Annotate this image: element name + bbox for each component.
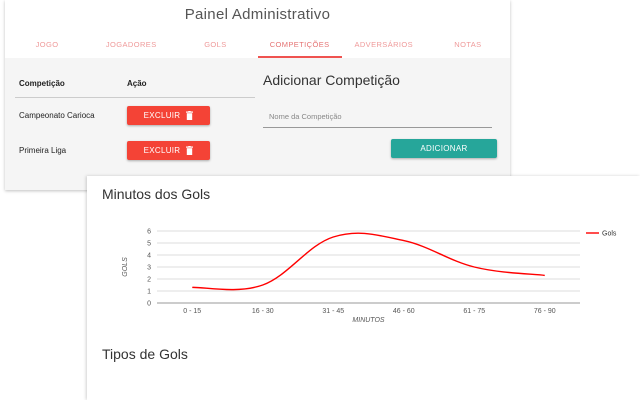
tab-adversarios[interactable]: ADVERSÁRIOS (342, 36, 426, 58)
series-line-gols (192, 232, 545, 291)
legend-label: Gols (602, 231, 617, 238)
column-header-competicao: Competição (19, 79, 65, 88)
tab-notas[interactable]: NOTAS (426, 36, 510, 58)
table-row: Primeira Liga EXCLUIR (15, 133, 255, 168)
y-axis-label: GOLS (122, 257, 129, 277)
y-tick-label: 3 (147, 265, 151, 272)
tab-gols[interactable]: GOLS (173, 36, 257, 58)
table-header: Competição Ação (15, 70, 255, 98)
delete-button-label: EXCLUIR (143, 111, 181, 120)
tab-competicoes[interactable]: COMPETIÇÕES (257, 36, 342, 58)
delete-button-label: EXCLUIR (143, 146, 181, 155)
x-tick-label: 31 - 45 (322, 308, 344, 315)
trash-icon (186, 146, 194, 155)
add-competition-title: Adicionar Competição (263, 72, 400, 88)
competition-name: Primeira Liga (19, 146, 67, 155)
tab-jogadores[interactable]: JOGADORES (89, 36, 173, 58)
trash-icon (186, 111, 194, 120)
tab-jogo[interactable]: JOGO (5, 36, 89, 58)
y-tick-label: 6 (147, 229, 151, 236)
competitions-table: Competição Ação Campeonato Carioca EXCLU… (15, 70, 255, 168)
x-tick-label: 61 - 75 (463, 308, 485, 315)
x-tick-label: 16 - 30 (252, 308, 274, 315)
second-chart-title: Tipos de Gols (102, 346, 188, 362)
y-tick-label: 0 (147, 301, 151, 308)
goals-minutes-chart: 0 1 2 3 4 5 6 0 - 15 16 - 30 31 - 45 46 - 60 61 - 7… (122, 229, 617, 325)
x-axis-label: MINUTOS (352, 317, 384, 324)
y-tick-label: 4 (147, 253, 151, 260)
x-tick-label: 46 - 60 (393, 308, 415, 315)
admin-panel: Painel Administrativo JOGO JOGADORES GOL… (5, 0, 510, 190)
charts-card: Minutos dos Gols 0 1 2 3 4 5 6 0 - 15 16 - 30 31 … (87, 176, 640, 400)
add-button[interactable]: ADICIONAR (391, 139, 497, 158)
table-row: Campeonato Carioca EXCLUIR (15, 98, 255, 133)
tab-bar: JOGO JOGADORES GOLS COMPETIÇÕES ADVERSÁR… (5, 36, 510, 58)
chart-title: Minutos dos Gols (102, 186, 211, 202)
x-tick-label: 0 - 15 (183, 308, 201, 315)
competition-name-input[interactable] (263, 106, 492, 128)
y-tick-label: 2 (147, 277, 151, 284)
y-tick-label: 1 (147, 289, 151, 296)
x-tick-label: 76 - 90 (534, 308, 556, 315)
competition-name: Campeonato Carioca (19, 111, 95, 120)
y-tick-label: 5 (147, 241, 151, 248)
page-title: Painel Administrativo (184, 6, 331, 23)
column-header-acao: Ação (127, 79, 147, 88)
delete-button[interactable]: EXCLUIR (127, 106, 210, 125)
add-competition-form: Adicionar Competição ADICIONAR (263, 72, 498, 158)
delete-button[interactable]: EXCLUIR (127, 141, 210, 160)
panel-header: Painel Administrativo JOGO JOGADORES GOL… (5, 0, 510, 58)
